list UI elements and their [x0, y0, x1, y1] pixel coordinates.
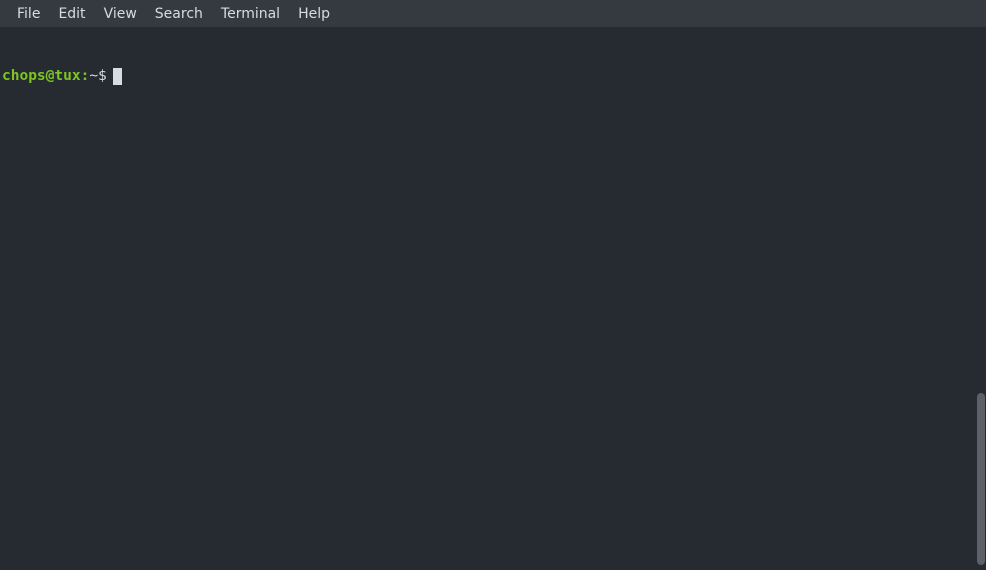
scrollbar-thumb[interactable]: [977, 393, 985, 565]
menu-search[interactable]: Search: [146, 2, 212, 26]
menu-terminal[interactable]: Terminal: [212, 2, 289, 26]
prompt-line: chops@tux:~$: [2, 67, 984, 85]
terminal-body[interactable]: chops@tux:~$: [0, 27, 986, 570]
menu-file[interactable]: File: [8, 2, 49, 26]
terminal-cursor: [113, 68, 122, 85]
menu-help[interactable]: Help: [289, 2, 339, 26]
prompt-user-host: chops@tux:: [2, 67, 89, 85]
menu-view[interactable]: View: [95, 2, 146, 26]
prompt-path: ~$: [89, 67, 106, 85]
menu-edit[interactable]: Edit: [49, 2, 94, 26]
menubar: File Edit View Search Terminal Help: [0, 0, 986, 27]
